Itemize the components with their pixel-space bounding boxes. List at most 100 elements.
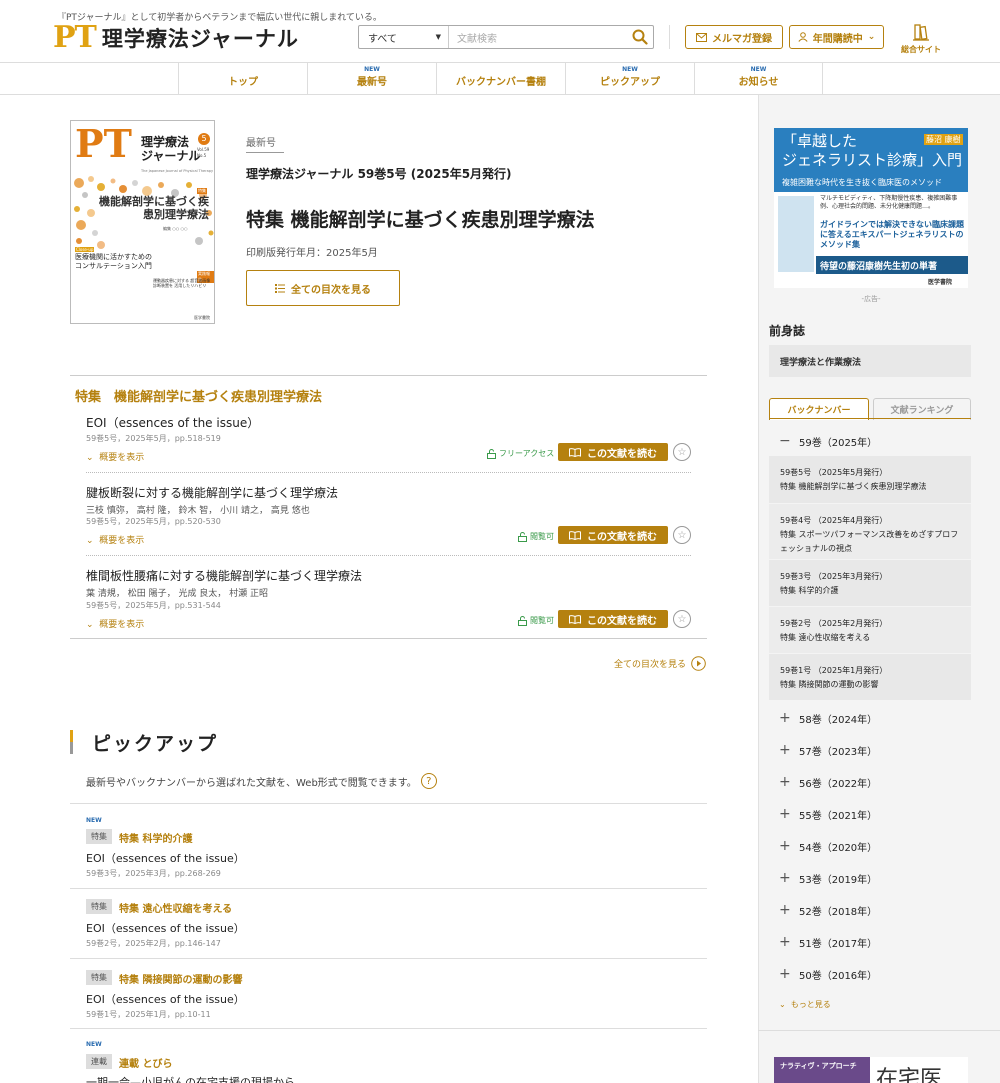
pickup-article-title[interactable]: EOI（essences of the issue）	[86, 991, 245, 1007]
search-button[interactable]	[627, 26, 653, 48]
advertisement-banner[interactable]: 「卓越した ジェネラリスト診療」入門 藤沼 康樹 複雑困難な時代を生き抜く臨床医の…	[774, 128, 968, 288]
volume-toggle[interactable]: +57巻（2023年）	[779, 742, 877, 758]
expand-plus-icon: +	[779, 838, 791, 854]
pickup-feature-link[interactable]: 特集 隣接関節の運動の影響	[119, 971, 242, 986]
view-toc-button[interactable]: 全ての目次を見る	[246, 270, 400, 306]
favorite-star-icon[interactable]: ☆	[673, 443, 691, 461]
nav-top[interactable]: トップ	[178, 63, 307, 94]
show-abstract-toggle[interactable]: ⌄ 概要を表示	[86, 533, 144, 546]
issue-list-item[interactable]: 59巻2号 （2025年2月発行） 特集 遠心性収縮を考える	[769, 607, 971, 653]
portal-site-link[interactable]: 総合サイト	[900, 24, 942, 55]
logo-title: 理学療法ジャーナル	[101, 27, 299, 51]
show-more-label: もっと見る	[790, 1000, 831, 1009]
subscription-label: 年間購読中	[812, 33, 863, 45]
volume-toggle[interactable]: +55巻（2021年）	[779, 806, 877, 822]
volume-toggle[interactable]: +58巻（2024年）	[779, 710, 877, 726]
pickup-feature-link[interactable]: 特集 遠心性収縮を考える	[119, 900, 232, 915]
ad-banner-text: 待望の藤沼康樹先生初の単著	[816, 256, 968, 274]
cover-feature: 機能解剖学に基づく疾患別理学療法	[99, 195, 209, 221]
issue-print-date: 印刷版発行年月：2025年5月	[246, 248, 378, 259]
all-toc-link[interactable]: 全ての目次を見る	[614, 656, 706, 671]
category-tag: 特集	[86, 829, 112, 844]
search-scope-select[interactable]: すべて ▼	[359, 26, 449, 48]
volume-toggle[interactable]: +56巻（2022年）	[779, 774, 877, 790]
site-logo[interactable]: PT 理学療法ジャーナル	[53, 23, 299, 53]
nav-label: バックナンバー書棚	[456, 77, 546, 88]
volume-label: 54巻（2020年）	[799, 842, 878, 854]
favorite-star-icon[interactable]: ☆	[673, 610, 691, 628]
access-status: 閲覧可	[518, 531, 554, 542]
nav-latest-issue[interactable]: NEW 最新号	[307, 63, 436, 94]
issue-list-item[interactable]: 59巻4号 （2025年4月発行） 特集 スポーツパフォーマンス改善をめざすプロフ…	[769, 504, 971, 559]
chevron-down-icon: ⌄	[779, 1000, 786, 1009]
article-title[interactable]: 腱板断裂に対する機能解剖学に基づく理学療法	[86, 484, 338, 501]
issue-number: 59巻5号 （2025年5月発行）	[780, 468, 888, 477]
show-abstract-label: 概要を表示	[99, 536, 145, 546]
ad-caption: -広告-	[861, 295, 881, 303]
portal-site-label: 総合サイト	[901, 45, 941, 54]
issue-list-item[interactable]: 59巻5号 （2025年5月発行） 特集 機能解剖学に基づく疾患別理学療法	[769, 456, 971, 503]
show-more-link[interactable]: ⌄ もっと見る	[779, 999, 831, 1010]
issue-feature: 特集 科学的介護	[780, 586, 839, 595]
unlock-icon	[518, 531, 527, 542]
ad-description: マルチモビディティ、下降期慢性疾患、複雑困難事例、心理社会的問題、未分化健康問題…	[820, 195, 958, 210]
show-abstract-toggle[interactable]: ⌄ 概要を表示	[86, 617, 144, 630]
subscription-button[interactable]: 年間購読中 ⌄	[789, 25, 884, 49]
pickup-article-title[interactable]: EOI（essences of the issue）	[86, 920, 245, 936]
logo-pt-mark: PT	[53, 20, 97, 55]
read-article-button[interactable]: この文献を読む	[558, 526, 668, 544]
row-divider	[70, 958, 707, 959]
expand-plus-icon: +	[779, 902, 791, 918]
article-title[interactable]: EOI（essences of the issue）	[86, 414, 259, 431]
search-icon	[632, 29, 648, 45]
volume-toggle[interactable]: +52巻（2018年）	[779, 902, 877, 918]
volume-label: 55巻（2021年）	[799, 810, 878, 822]
ad-subtitle: 複雑困難な時代を生き抜く臨床医のメソッド	[782, 178, 942, 187]
advertisement-banner-2[interactable]: ナラティヴ・アプローチ 在宅医	[774, 1057, 968, 1083]
pickup-description-text: 最新号やバックナンバーから選ばれた文献を、Web形式で閲覧できます。	[86, 777, 417, 789]
tab-backnumber[interactable]: バックナンバー	[769, 398, 869, 420]
section-divider	[70, 375, 707, 376]
issue-cover-image[interactable]: PT 理学療法ジャーナル 5 Vol.59 No.5 The Japanese …	[70, 120, 215, 324]
volume-toggle-expanded[interactable]: −59巻（2025年）	[779, 433, 877, 449]
search-input[interactable]: 文献検索	[449, 30, 627, 45]
volume-toggle[interactable]: +54巻（2020年）	[779, 838, 877, 854]
predecessor-journal-link[interactable]: 理学療法と作業療法	[769, 345, 971, 377]
pickup-feature-link[interactable]: 連載 とびら	[119, 1055, 172, 1070]
cover-editor: 編集 ○○ ○○	[163, 226, 188, 231]
volume-label: 56巻（2022年）	[799, 778, 878, 790]
cover-report: 運動器疾患に対する 超音波画像診断装置を 活用したリハビリ	[153, 278, 211, 288]
nav-backnumber[interactable]: バックナンバー書棚	[436, 63, 565, 94]
volume-toggle[interactable]: +51巻（2017年）	[779, 934, 877, 950]
article-title[interactable]: 椎間板性腰痛に対する機能解剖学に基づく理学療法	[86, 567, 362, 584]
read-article-button[interactable]: この文献を読む	[558, 443, 668, 461]
nav-pickup[interactable]: NEW ピックアップ	[565, 63, 694, 94]
read-article-label: この文献を読む	[587, 615, 657, 627]
newsletter-label: メルマガ登録	[712, 33, 772, 45]
favorite-star-icon[interactable]: ☆	[673, 526, 691, 544]
nav-label: お知らせ	[738, 77, 779, 88]
issue-list-item[interactable]: 59巻3号 （2025年3月発行） 特集 科学的介護	[769, 560, 971, 606]
tab-ranking[interactable]: 文献ランキング	[873, 398, 971, 420]
expand-plus-icon: +	[779, 806, 791, 822]
chevron-down-icon: ⌄	[86, 620, 94, 630]
sidebar-divider	[758, 1030, 1000, 1031]
issue-name: 理学療法ジャーナル 59巻5号 (2025年5月発行)	[246, 167, 512, 181]
pickup-article-meta: 59巻1号，2025年1月，pp.10-11	[86, 1010, 211, 1019]
issue-list-item[interactable]: 59巻1号 （2025年1月発行） 特集 隣接関節の運動の影響	[769, 654, 971, 700]
nav-new-badge: NEW	[750, 66, 767, 73]
show-abstract-toggle[interactable]: ⌄ 概要を表示	[86, 450, 144, 463]
help-icon[interactable]: ?	[420, 773, 437, 789]
volume-toggle[interactable]: +50巻（2016年）	[779, 966, 877, 982]
ad-title-line2: ジェネラリスト診療」入門	[782, 151, 963, 169]
issue-number: 59巻1号 （2025年1月発行）	[780, 666, 888, 675]
unlock-icon	[487, 448, 496, 459]
pickup-feature-link[interactable]: 特集 科学的介護	[119, 830, 192, 845]
newsletter-button[interactable]: メルマガ登録	[685, 25, 783, 49]
pickup-article-title[interactable]: 一期一会—小児がんの在宅支援の現場から	[86, 1074, 295, 1083]
nav-new-badge: NEW	[622, 66, 638, 73]
nav-news[interactable]: NEW お知らせ	[694, 63, 823, 94]
pickup-article-title[interactable]: EOI（essences of the issue）	[86, 850, 245, 866]
volume-toggle[interactable]: +53巻（2019年）	[779, 870, 877, 886]
read-article-button[interactable]: この文献を読む	[558, 610, 668, 628]
